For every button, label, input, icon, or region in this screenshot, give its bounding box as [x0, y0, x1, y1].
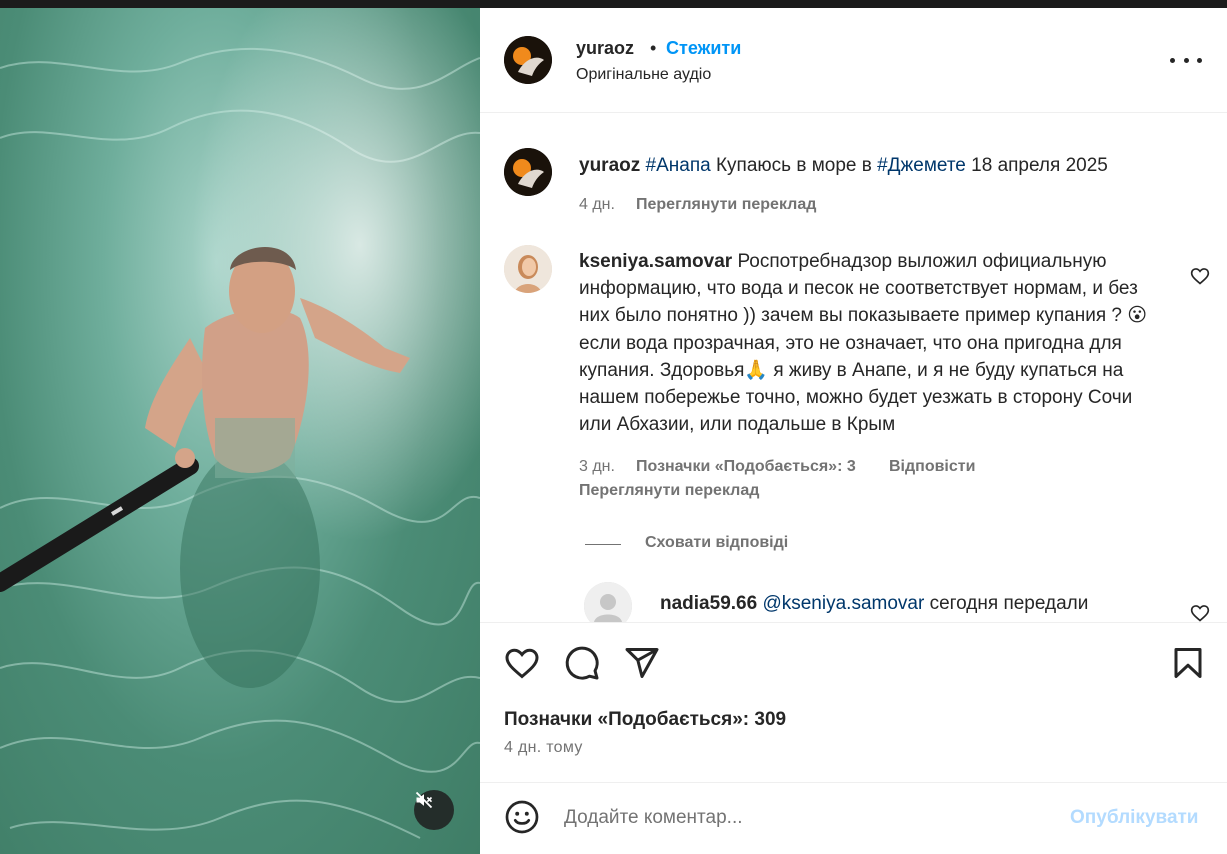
more-icon-dot [1183, 57, 1189, 63]
add-comment-bar: Опублікувати [480, 782, 1227, 854]
comment-text: kseniya.samovar Роспотребнадзор выложил … [579, 248, 1169, 438]
avatar[interactable] [504, 36, 552, 84]
reply-avatar[interactable] [584, 582, 632, 622]
author-username[interactable]: yuraoz [576, 38, 634, 59]
post-header: yuraoz • Стежити Оригінальне аудіо [480, 8, 1227, 113]
comment-username[interactable]: kseniya.samovar [579, 251, 732, 272]
comment-heart-icon[interactable] [1190, 266, 1210, 286]
hashtag-link[interactable]: #Анапа [646, 155, 711, 176]
post-panel: yuraoz • Стежити Оригінальне аудіо yurao… [480, 8, 1227, 854]
mention-link[interactable]: @kseniya.samovar [762, 593, 924, 614]
caption-time[interactable]: 4 дн. [579, 196, 615, 214]
emoji-icon[interactable] [504, 799, 540, 835]
caption-text: 18 апреля 2025 [965, 155, 1108, 176]
send-icon[interactable] [624, 645, 660, 681]
comments-list[interactable]: yuraoz #Анапа Купаюсь в море в #Джемете … [480, 114, 1227, 622]
hide-replies-button[interactable]: Сховати відповіді [645, 534, 788, 552]
comment-icon[interactable] [564, 645, 600, 681]
default-avatar-icon [584, 582, 632, 622]
avatar-image [504, 36, 552, 84]
reply-label: Відповісти [889, 458, 976, 475]
caption-username[interactable]: yuraoz [579, 155, 640, 176]
comment-translate-link[interactable]: Переглянути переклад [579, 482, 759, 500]
comment-input[interactable] [564, 803, 1044, 833]
caption-translate-label: Переглянути переклад [636, 196, 817, 213]
reply-body: сегодня передали [924, 593, 1089, 614]
post-caption: yuraoz #Анапа Купаюсь в море в #Джемете … [579, 152, 1179, 180]
avatar-image [504, 245, 552, 293]
reply-username[interactable]: nadia59.66 [660, 593, 757, 614]
reply-button[interactable]: Відповісти [889, 458, 975, 476]
comment-body: Роспотребнадзор выложил официальную инфо… [579, 251, 1148, 436]
bookmark-icon[interactable] [1170, 645, 1206, 681]
post-actions: Позначки «Подобається»: 309 4 дн. тому [480, 622, 1227, 782]
reel-video[interactable] [0, 8, 480, 854]
follow-button[interactable]: Стежити [666, 38, 741, 59]
speaker-muted-icon [415, 791, 433, 809]
caption-avatar[interactable] [504, 148, 552, 196]
avatar-image [504, 148, 552, 196]
likes-count[interactable]: Позначки «Подобається»: 309 [504, 709, 786, 731]
comment-likes-link[interactable]: Позначки «Подобається»: 3 [636, 458, 856, 476]
hashtag-link[interactable]: #Джемете [877, 155, 966, 176]
comment-translate-label: Переглянути переклад [579, 482, 760, 499]
replies-divider [585, 544, 621, 545]
video-frame [0, 8, 480, 854]
post-timestamp[interactable]: 4 дн. тому [504, 739, 583, 757]
comment-likes-label: Позначки «Подобається»: 3 [636, 458, 856, 475]
reply-text: nadia59.66 @kseniya.samovar сегодня пере… [660, 590, 1150, 617]
caption-translate-link[interactable]: Переглянути переклад [636, 196, 816, 214]
heart-icon[interactable] [504, 645, 540, 681]
more-icon-dot [1197, 57, 1202, 63]
caption-text: Купаюсь в море в [710, 155, 878, 176]
mute-button[interactable] [414, 790, 454, 830]
comment-avatar[interactable] [504, 245, 552, 293]
reply-heart-icon[interactable] [1190, 603, 1210, 622]
separator-dot: • [650, 38, 657, 58]
top-strip [0, 0, 1227, 8]
comment-time[interactable]: 3 дн. [579, 458, 615, 476]
audio-label[interactable]: Оригінальне аудіо [576, 66, 711, 84]
more-icon [1170, 57, 1175, 63]
more-options-button[interactable] [1170, 48, 1202, 72]
publish-button[interactable]: Опублікувати [1070, 807, 1199, 829]
